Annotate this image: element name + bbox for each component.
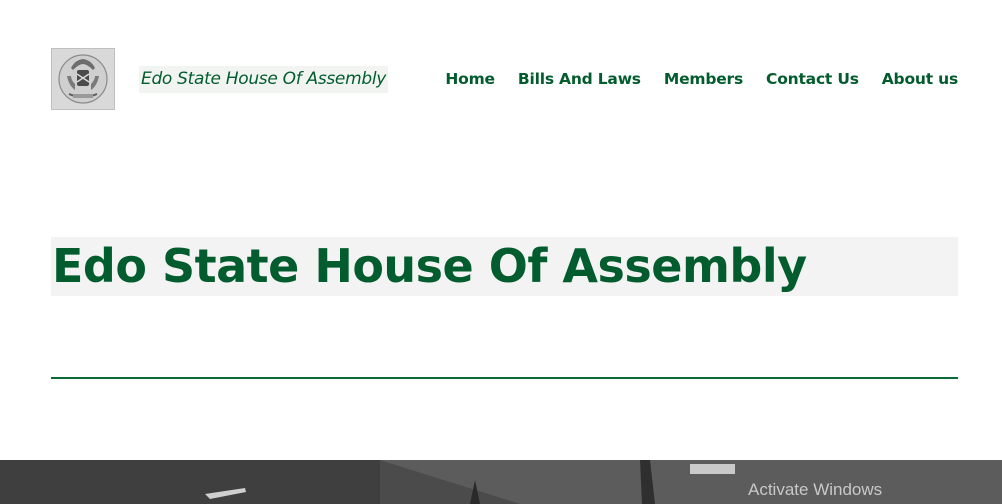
- nav-members[interactable]: Members: [664, 68, 743, 90]
- page-title: Edo State House Of Assembly: [52, 239, 807, 293]
- hero-title-box: Edo State House Of Assembly: [51, 237, 958, 296]
- nav-home[interactable]: Home: [445, 68, 495, 90]
- activate-windows-watermark: Activate Windows: [748, 480, 883, 499]
- coat-of-arms-icon[interactable]: [51, 48, 115, 110]
- main-nav: Home Bills And Laws Members Contact Us A…: [422, 68, 958, 90]
- site-header: Edo State House Of Assembly Home Bills A…: [51, 48, 958, 110]
- section-divider: [51, 377, 958, 379]
- nav-about-us[interactable]: About us: [882, 68, 958, 90]
- nav-contact-us[interactable]: Contact Us: [766, 68, 859, 90]
- nav-bills-and-laws[interactable]: Bills And Laws: [518, 68, 641, 90]
- site-name[interactable]: Edo State House Of Assembly: [139, 66, 389, 93]
